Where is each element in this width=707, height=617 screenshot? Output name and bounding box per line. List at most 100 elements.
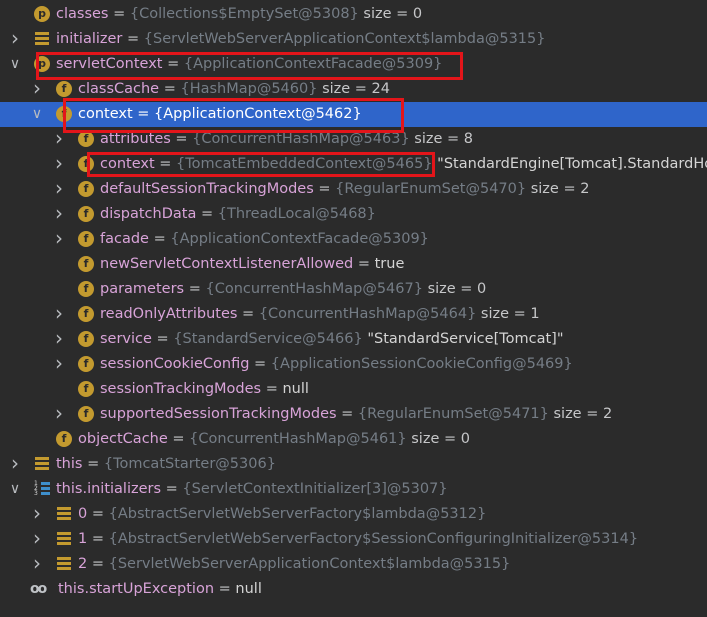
tree-row[interactable]: initializer = {ServletWebServerApplicati… xyxy=(0,27,707,52)
tree-row[interactable]: f newServletContextListenerAllowed = true xyxy=(0,252,707,277)
tree-row-text: service = {StandardService@5466} "Standa… xyxy=(100,327,563,352)
equals-sign: = xyxy=(336,406,358,422)
chevron-right-icon[interactable] xyxy=(52,177,66,202)
variable-name: facade xyxy=(100,231,149,247)
collection-size: size = 0 xyxy=(358,6,423,22)
variable-name: 2 xyxy=(78,556,88,572)
variable-name: initializer xyxy=(56,31,123,47)
chevron-right-icon[interactable] xyxy=(52,202,66,227)
tree-row[interactable]: f defaultSessionTrackingModes = {RegularE… xyxy=(0,177,707,202)
variable-value: "StandardEngine[Tomcat].StandardHo xyxy=(432,156,707,172)
tree-row[interactable]: 2 = {ServletWebServerApplicationContext$… xyxy=(0,552,707,577)
variable-name: defaultSessionTrackingModes xyxy=(100,181,314,197)
tree-row-text: sessionTrackingModes = null xyxy=(100,377,309,402)
equals-sign: = xyxy=(214,581,236,597)
variable-name: this xyxy=(56,456,83,472)
equals-sign: = xyxy=(167,431,190,447)
tree-row-text: defaultSessionTrackingModes = {RegularEn… xyxy=(100,177,589,202)
tree-row[interactable]: f objectCache = {ConcurrentHashMap@5461} … xyxy=(0,427,707,452)
field-icon: f xyxy=(78,306,94,322)
variable-reference: {ApplicationSessionCookieConfig@5469} xyxy=(270,356,573,372)
tree-row[interactable]: f readOnlyAttributes = {ConcurrentHashMap… xyxy=(0,302,707,327)
collection-size: size = 1 xyxy=(476,306,540,322)
tree-row[interactable]: f parameters = {ConcurrentHashMap@5467} s… xyxy=(0,277,707,302)
tree-row-text: initializer = {ServletWebServerApplicati… xyxy=(56,27,545,52)
chevron-down-icon[interactable] xyxy=(8,52,22,77)
equals-sign: = xyxy=(170,131,193,147)
object-icon xyxy=(34,31,50,47)
array-icon: 123 xyxy=(34,481,50,497)
tree-row-text: readOnlyAttributes = {ConcurrentHashMap@… xyxy=(100,302,540,327)
chevron-right-icon[interactable] xyxy=(52,227,66,252)
field-icon: f xyxy=(56,431,72,447)
field-icon: f xyxy=(78,231,94,247)
tree-row[interactable]: 1 = {AbstractServletWebServerFactory$Ses… xyxy=(0,527,707,552)
variable-reference: {ConcurrentHashMap@5467} xyxy=(205,281,423,297)
tree-row[interactable]: f service = {StandardService@5466} "Stand… xyxy=(0,327,707,352)
variable-name: this.startUpException xyxy=(58,581,215,597)
object-icon xyxy=(56,531,72,547)
tree-row-text: newServletContextListenerAllowed = true xyxy=(100,252,404,277)
equals-sign: = xyxy=(261,381,283,397)
field-icon: f xyxy=(78,281,94,297)
highlight-inner-context xyxy=(87,152,435,177)
tree-row[interactable]: f sessionTrackingModes = null xyxy=(0,377,707,402)
variable-reference: {RegularEnumSet@5471} xyxy=(357,406,549,422)
chevron-right-icon[interactable] xyxy=(52,302,66,327)
chevron-right-icon[interactable] xyxy=(52,352,66,377)
tree-row-text: 2 = {ServletWebServerApplicationContext$… xyxy=(78,552,510,577)
chevron-right-icon[interactable] xyxy=(8,27,22,52)
variable-name: attributes xyxy=(100,131,171,147)
variables-tree: p classes = {Collections$EmptySet@5308} s… xyxy=(0,0,707,617)
field-icon: f xyxy=(78,356,94,372)
tree-row[interactable]: f dispatchData = {ThreadLocal@5468} xyxy=(0,202,707,227)
tree-row[interactable]: 0 = {AbstractServletWebServerFactory$lam… xyxy=(0,502,707,527)
chevron-right-icon[interactable] xyxy=(30,77,44,102)
equals-sign: = xyxy=(82,456,104,472)
equals-sign: = xyxy=(87,531,109,547)
chevron-right-icon[interactable] xyxy=(52,327,66,352)
variable-reference: {Collections$EmptySet@5308} xyxy=(129,6,359,22)
variable-name: this.initializers xyxy=(56,481,162,497)
tree-row[interactable]: this = {TomcatStarter@5306} xyxy=(0,452,707,477)
variable-reference: {AbstractServletWebServerFactory$lambda@… xyxy=(108,506,487,522)
variable-name: parameters xyxy=(100,281,185,297)
variable-reference: {ConcurrentHashMap@5463} xyxy=(192,131,410,147)
equals-sign: = xyxy=(249,356,271,372)
variable-reference: {HashMap@5460} xyxy=(180,81,318,97)
variable-reference: {ServletWebServerApplicationContext$lamb… xyxy=(108,556,511,572)
tree-row[interactable]: 123 this.initializers = {ServletContextIn… xyxy=(0,477,707,502)
tree-row[interactable]: f supportedSessionTrackingModes = {Regula… xyxy=(0,402,707,427)
variable-name: sessionTrackingModes xyxy=(100,381,262,397)
chevron-right-icon[interactable] xyxy=(30,502,44,527)
tree-row-text: this = {TomcatStarter@5306} xyxy=(56,452,276,477)
watch-icon: oo xyxy=(30,581,47,597)
variable-reference: {ApplicationContextFacade@5309} xyxy=(170,231,429,247)
chevron-down-icon[interactable] xyxy=(8,477,22,502)
object-icon xyxy=(56,556,72,572)
field-icon: f xyxy=(78,256,94,272)
chevron-down-icon[interactable] xyxy=(30,102,44,127)
chevron-right-icon[interactable] xyxy=(30,527,44,552)
tree-row[interactable]: f sessionCookieConfig = {ApplicationSessi… xyxy=(0,352,707,377)
field-icon: f xyxy=(78,381,94,397)
tree-row[interactable]: oo this.startUpException = null xyxy=(0,577,707,602)
chevron-right-icon[interactable] xyxy=(52,402,66,427)
chevron-right-icon[interactable] xyxy=(30,552,44,577)
variable-name: sessionCookieConfig xyxy=(100,356,250,372)
variable-name: classes xyxy=(56,6,109,22)
variable-name: classCache xyxy=(78,81,160,97)
chevron-right-icon[interactable] xyxy=(52,152,66,177)
equals-sign: = xyxy=(151,331,174,347)
field-icon: f xyxy=(78,131,94,147)
tree-row[interactable]: p classes = {Collections$EmptySet@5308} s… xyxy=(0,2,707,27)
tree-row-text: 0 = {AbstractServletWebServerFactory$lam… xyxy=(78,502,486,527)
variable-name: dispatchData xyxy=(100,206,197,222)
equals-sign: = xyxy=(108,6,130,22)
collection-size: size = 0 xyxy=(406,431,470,447)
tree-row[interactable]: ffacade = {ApplicationContextFacade@5309… xyxy=(0,227,707,252)
variable-value: true xyxy=(374,256,405,272)
equals-sign: = xyxy=(148,231,171,247)
object-icon xyxy=(56,506,72,522)
chevron-right-icon[interactable] xyxy=(8,452,22,477)
